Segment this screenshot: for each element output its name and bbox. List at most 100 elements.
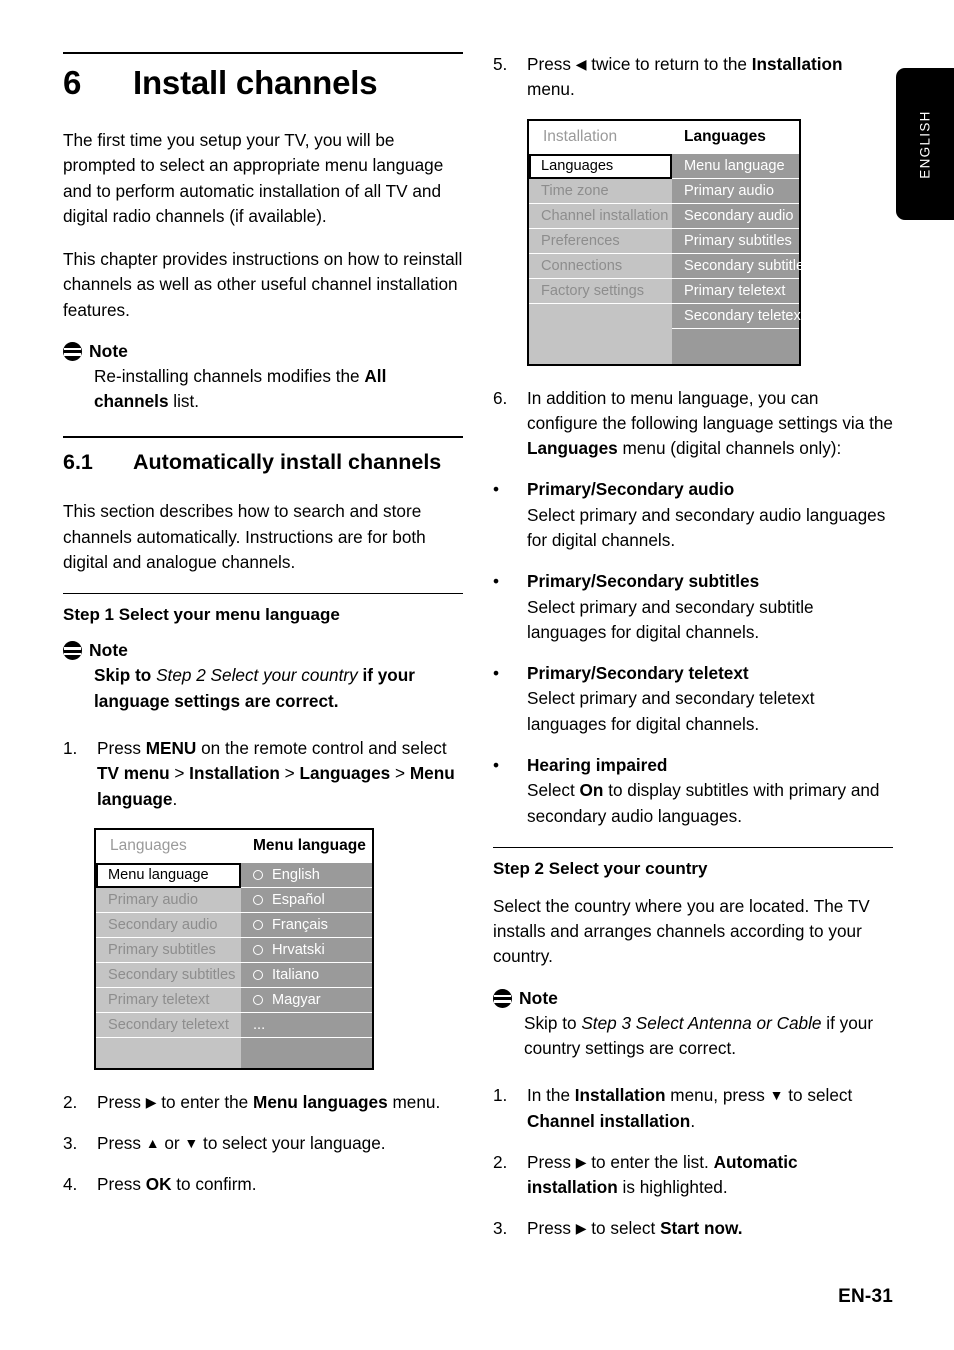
osd-installation-right-list[interactable]: Menu language Primary audio Secondary audi… xyxy=(672,153,811,364)
plain-text: to select your language. xyxy=(198,1133,386,1154)
osd-item-label: Secondary teletext xyxy=(684,307,805,324)
osd-menu-language-left-item-1[interactable]: Primary audio xyxy=(96,888,241,913)
list-item-text: Press MENU on the remote control and sel… xyxy=(97,736,463,812)
section-intro-paragraph: This section describes how to search and… xyxy=(63,501,426,573)
step2-items-list: 1. In the Installation menu, press ▼ to s… xyxy=(493,1083,893,1241)
plain-text: to select xyxy=(586,1218,661,1239)
osd-installation-left-item-5[interactable]: Factory settings xyxy=(529,279,672,304)
osd-installation-left-item-0[interactable]: Languages xyxy=(529,153,672,179)
osd-item-label: Español xyxy=(272,891,325,908)
osd-installation[interactable]: Installation Languages Languages Time zon… xyxy=(527,118,811,366)
osd-installation-right-item-2[interactable]: Secondary audio xyxy=(672,204,799,229)
osd-item-label: Primary subtitles xyxy=(684,232,792,249)
osd-item-label: Primary teletext xyxy=(108,991,210,1008)
chapter-intro-paragraph-1: The first time you setup your TV, you wi… xyxy=(63,129,444,226)
note-step1-title-row: Note xyxy=(63,640,463,661)
arrow-icon: ▲ xyxy=(145,1135,160,1152)
osd-menu-language-left-list[interactable]: Menu language Primary audio Secondary audi… xyxy=(96,862,241,1068)
osd-installation-right-item-6[interactable]: Secondary teletext xyxy=(672,304,805,329)
osd-item-label: Menu language xyxy=(684,157,785,174)
list-item-number: 1. xyxy=(63,737,78,758)
bullet-item-title: Hearing impaired xyxy=(527,754,668,775)
osd-item-label: Preferences xyxy=(541,232,620,249)
list-item-number: 3. xyxy=(63,1133,78,1154)
osd-menu-language-right-item-3[interactable]: Hrvatski xyxy=(241,938,372,963)
note-step1-body: Skip to Step 2 Select your country if yo… xyxy=(63,663,463,714)
bullet-icon: • xyxy=(493,571,500,592)
osd-installation-header-left: Installation xyxy=(543,128,618,146)
osd-menu-language-left-item-0[interactable]: Menu language xyxy=(96,862,241,888)
osd-installation-left-item-1[interactable]: Time zone xyxy=(529,179,672,204)
osd-item-label: Français xyxy=(272,916,328,933)
osd-menu-language-left-item-3[interactable]: Primary subtitles xyxy=(96,938,241,963)
bullet-list-item: • Primary/Secondary teletext Select primar… xyxy=(493,661,893,737)
emphasis-text: Installation xyxy=(751,54,843,74)
osd-menu-language-left-item-4[interactable]: Secondary subtitles xyxy=(96,963,241,988)
osd-menu-language-right-item-1[interactable]: Español xyxy=(241,888,372,913)
osd-menu-language-right-item-2[interactable]: Français xyxy=(241,913,372,938)
osd-menu-language-left-item-5[interactable]: Primary teletext xyxy=(96,988,241,1013)
osd-item-label: Time zone xyxy=(541,182,609,199)
osd-menu-language-right-item-0[interactable]: English xyxy=(241,863,372,888)
step2-heading: Step 2 Select your country xyxy=(493,858,708,878)
emphasis-text: Languages xyxy=(299,763,391,784)
osd-installation-left-list[interactable]: Languages Time zone Channel installation Pr… xyxy=(529,153,672,364)
numbered-list-item: 2. Press ▶ to enter the list. Automatic i… xyxy=(493,1150,893,1201)
osd-menu-language-left-item-7 xyxy=(96,1038,241,1068)
note-chapter-body: Re-installing channels modifies the All … xyxy=(63,364,463,415)
radio-button-icon[interactable] xyxy=(253,869,263,880)
osd-menu-language-right-item-4[interactable]: Italiano xyxy=(241,963,372,988)
osd-installation-right-item-7 xyxy=(672,329,799,359)
list-item-number: 1. xyxy=(493,1085,508,1106)
osd-menu-language-right-item-5[interactable]: Magyar xyxy=(241,988,372,1013)
emphasis-text: TV menu xyxy=(97,763,170,784)
emphasis-text: Start now. xyxy=(660,1218,743,1239)
radio-button-icon[interactable] xyxy=(253,969,263,980)
radio-button-icon[interactable] xyxy=(253,919,263,930)
list-item-number: 2. xyxy=(493,1151,508,1172)
plain-text: to enter the xyxy=(156,1091,254,1112)
osd-installation-left-item-4[interactable]: Connections xyxy=(529,254,672,279)
osd-installation-right-item-3[interactable]: Primary subtitles xyxy=(672,229,799,254)
list-item-text: Press ▶ to enter the Menu languages menu… xyxy=(97,1090,463,1115)
osd-installation-right-item-1[interactable]: Primary audio xyxy=(672,179,799,204)
list-item-text: In addition to menu language, you can co… xyxy=(527,386,893,462)
osd-installation-header-right: Languages xyxy=(684,128,766,146)
emphasis-text: MENU xyxy=(145,737,197,758)
numbered-list-item: 5. Press ◀ twice to return to the Install… xyxy=(493,52,893,103)
arrow-icon: ◀ xyxy=(575,56,587,72)
osd-menu-language[interactable]: Languages Menu language Menu language Pri… xyxy=(94,827,374,1070)
osd-item-label: Factory settings xyxy=(541,282,645,299)
osd-installation-left-item-3[interactable]: Preferences xyxy=(529,229,672,254)
note-chapter-text-c: list. xyxy=(168,391,200,412)
section-rule xyxy=(63,436,463,439)
bullet-list-item: • Primary/Secondary audio Select primary a… xyxy=(493,477,893,553)
plain-text: twice to return to the xyxy=(586,54,752,74)
section-heading: 6.1 Automatically install channels xyxy=(63,448,463,477)
osd-menu-language-left-item-6[interactable]: Secondary teletext xyxy=(96,1013,241,1038)
osd-installation-right-item-0[interactable]: Menu language xyxy=(672,154,799,179)
osd-installation-right-item-5[interactable]: Primary teletext xyxy=(672,279,799,304)
bullet-item-description: Select primary and secondary audio langu… xyxy=(527,504,886,550)
osd-menu-language-left-item-2[interactable]: Secondary audio xyxy=(96,913,241,938)
radio-button-icon[interactable] xyxy=(253,894,263,905)
osd-menu-language-right-list[interactable]: English Español Français Hrvatski Italiano Ma… xyxy=(241,862,372,1068)
section-number: 6.1 xyxy=(63,450,93,475)
plain-text: menu, press xyxy=(665,1085,770,1106)
list-item-text: Press ▶ to enter the list. Automatic ins… xyxy=(527,1150,893,1201)
section-title: Automatically install channels xyxy=(133,450,442,475)
arrow-icon: ▼ xyxy=(184,1135,199,1152)
plain-text: Press xyxy=(97,737,146,758)
osd-item-label: Primary audio xyxy=(108,891,199,908)
plain-text: is highlighted. xyxy=(617,1177,728,1198)
radio-button-icon[interactable] xyxy=(253,944,263,955)
numbered-list-item: 1. In the Installation menu, press ▼ to s… xyxy=(493,1083,893,1134)
bullet-item-text: Primary/Secondary teletext Select primary… xyxy=(527,661,893,737)
plain-text: or xyxy=(159,1133,185,1154)
osd-installation-right-item-4[interactable]: Secondary subtitles xyxy=(672,254,811,279)
osd-installation-left-item-2[interactable]: Channel installation xyxy=(529,204,672,229)
radio-button-icon[interactable] xyxy=(253,994,263,1005)
list-item-number: 6. xyxy=(493,387,508,408)
bullet-item-text: Primary/Secondary audio Select primary an… xyxy=(527,477,893,553)
osd-menu-language-right-item-6[interactable]: ... xyxy=(241,1013,372,1038)
